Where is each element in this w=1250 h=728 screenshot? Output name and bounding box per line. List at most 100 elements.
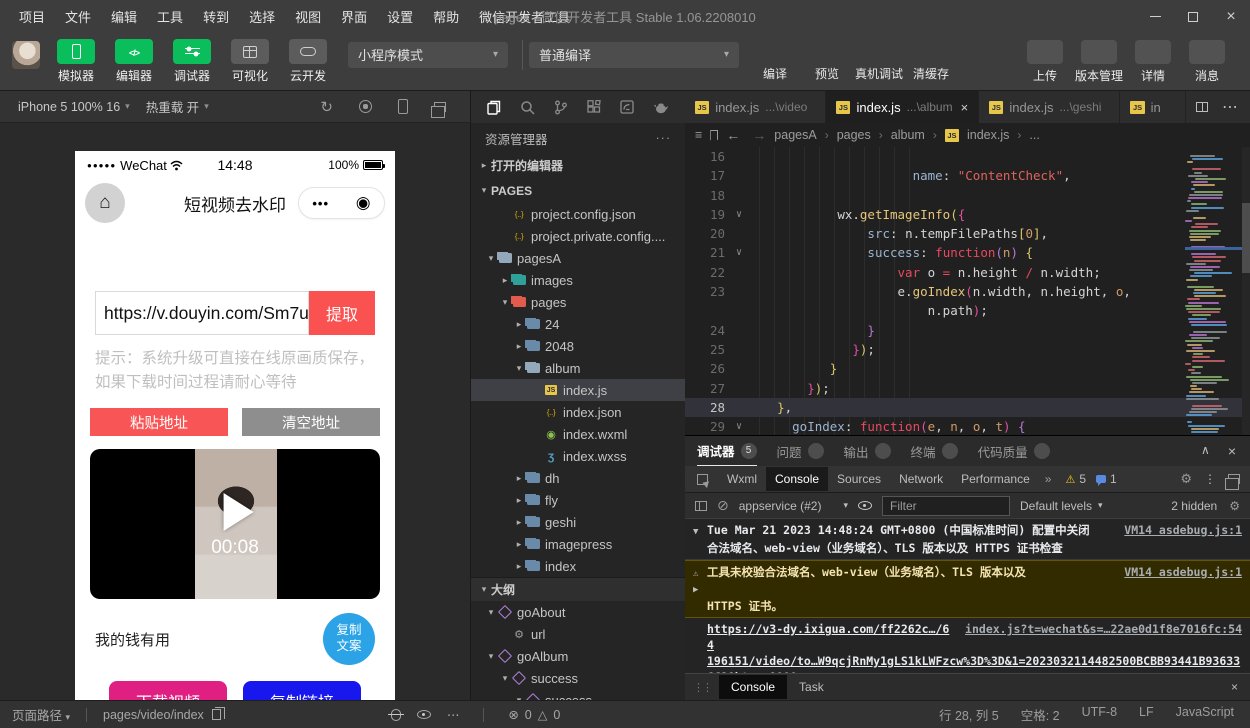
encoding-setting[interactable]: UTF-8 bbox=[1082, 705, 1117, 724]
tool-button[interactable]: 模拟器 bbox=[50, 39, 102, 84]
compile-action-button[interactable]: 预览 bbox=[801, 41, 853, 82]
breadcrumb-item[interactable]: album bbox=[891, 128, 925, 142]
tool-button[interactable]: 调试器 bbox=[166, 39, 218, 84]
extensions-icon[interactable] bbox=[587, 100, 601, 114]
code-area[interactable]: 1617 name: "ContentCheck",1819∨ wx.getIm… bbox=[685, 147, 1250, 436]
warning-count[interactable]: 5 bbox=[1079, 472, 1086, 486]
tree-item[interactable]: ▸ imagepress bbox=[471, 533, 685, 555]
device-icon[interactable] bbox=[398, 99, 408, 114]
copy-caption-button[interactable]: 复制 文案 bbox=[323, 613, 375, 665]
breadcrumb-item[interactable]: pagesA bbox=[774, 128, 816, 142]
hidden-count[interactable]: 2 hidden bbox=[1171, 499, 1217, 513]
breadcrumb-item[interactable]: index.js bbox=[967, 128, 1009, 142]
menu-item[interactable]: 界面 bbox=[332, 4, 376, 29]
debugger-tab[interactable]: 问题 bbox=[777, 442, 824, 461]
source-link[interactable]: index.js?t=wechat&s=…22ae0d1f8e7016fc:54 bbox=[953, 621, 1242, 653]
tree-item[interactable]: ▸ dh bbox=[471, 467, 685, 489]
tool-button[interactable]: 编辑器 bbox=[108, 39, 160, 84]
minimize-button[interactable] bbox=[1136, 0, 1174, 33]
kebab-menu-icon[interactable]: ⋮ bbox=[1204, 472, 1216, 486]
collapse-panel-icon[interactable]: ∧ bbox=[1201, 443, 1210, 459]
console-sidebar-icon[interactable] bbox=[695, 501, 707, 511]
console-message[interactable]: https://v3-dy.ixigua.com/ff2262c…/64inde… bbox=[685, 618, 1250, 677]
console-message[interactable]: ⚠ ▶工具未校验合法域名、web-view（业务域名）、TLS 版本以及VM14… bbox=[685, 560, 1250, 618]
debugger-tab[interactable]: 输出 bbox=[844, 442, 891, 461]
drawer-tab[interactable]: Console bbox=[719, 675, 787, 699]
more-actions-icon[interactable]: ··· bbox=[656, 131, 672, 145]
toolbar-action-button[interactable]: 消息 bbox=[1180, 40, 1234, 84]
more-tabs-icon[interactable]: » bbox=[1039, 472, 1058, 486]
home-button[interactable]: ⌂ bbox=[85, 183, 125, 223]
language-mode[interactable]: JavaScript bbox=[1176, 705, 1234, 724]
devtools-tab[interactable]: Sources bbox=[828, 467, 890, 491]
devtools-tab[interactable]: Network bbox=[890, 467, 952, 491]
open-editors-section[interactable]: ▸ 打开的编辑器 bbox=[471, 153, 685, 178]
multi-window-icon[interactable] bbox=[434, 102, 446, 112]
source-link[interactable]: VM14 asdebug.js:1 bbox=[1112, 522, 1242, 540]
target-icon[interactable]: ◉ bbox=[356, 193, 371, 213]
log-levels-select[interactable]: Default levels ▾ bbox=[1020, 499, 1103, 513]
drawer-tab[interactable]: Task bbox=[787, 675, 836, 699]
close-panel-icon[interactable]: × bbox=[1228, 443, 1236, 459]
maximize-button[interactable] bbox=[1174, 0, 1212, 33]
outline-item[interactable]: ▾ success bbox=[471, 689, 685, 700]
close-button[interactable]: × bbox=[1212, 0, 1250, 33]
inspect-icon[interactable] bbox=[697, 474, 708, 485]
search-icon[interactable] bbox=[520, 100, 535, 115]
tree-item[interactable]: ▾ pagesA bbox=[471, 247, 685, 269]
console-message[interactable]: ▼Tue Mar 21 2023 14:48:24 GMT+0800 (中国标准… bbox=[685, 519, 1250, 560]
extract-button[interactable]: 提取 bbox=[309, 291, 375, 335]
tree-item[interactable]: ▾ pages bbox=[471, 291, 685, 313]
forward-icon[interactable]: → bbox=[752, 127, 766, 143]
outline-item[interactable]: url bbox=[471, 623, 685, 645]
copy-icon[interactable] bbox=[212, 709, 221, 720]
tree-item[interactable]: ▸ index bbox=[471, 555, 685, 577]
debugger-tab[interactable]: 终端 bbox=[911, 442, 958, 461]
refresh-icon[interactable]: ↻ bbox=[320, 98, 333, 116]
devtools-tab[interactable]: Performance bbox=[952, 467, 1039, 491]
tree-item[interactable]: ▸ images bbox=[471, 269, 685, 291]
device-select[interactable]: iPhone 5 100% 16 ▾ bbox=[10, 100, 138, 114]
tree-item[interactable]: ▾ album bbox=[471, 357, 685, 379]
outline-item[interactable]: ▾ goAlbum bbox=[471, 645, 685, 667]
menu-item[interactable]: 选择 bbox=[240, 4, 284, 29]
gear-icon[interactable]: ⚙ bbox=[1229, 499, 1240, 513]
eol-setting[interactable]: LF bbox=[1139, 705, 1154, 724]
hot-reload-toggle[interactable]: 热重载 开 ▾ bbox=[138, 97, 217, 116]
outline-item[interactable]: ▾ goAbout bbox=[471, 601, 685, 623]
menu-item[interactable]: 文件 bbox=[56, 4, 100, 29]
clear-button[interactable]: 清空地址 bbox=[242, 408, 380, 436]
devtools-tab[interactable]: Console bbox=[766, 467, 828, 491]
editor-tab[interactable]: JS in bbox=[1120, 91, 1185, 123]
outline-list-icon[interactable]: ≡ bbox=[695, 128, 702, 142]
menu-item[interactable]: 视图 bbox=[286, 4, 330, 29]
close-tab-icon[interactable]: × bbox=[959, 100, 969, 115]
toolbar-action-button[interactable]: 上传 bbox=[1018, 40, 1072, 84]
source-link[interactable]: VM14 asdebug.js:1 bbox=[1112, 564, 1242, 598]
menu-item[interactable]: 工具 bbox=[148, 4, 192, 29]
cursor-position[interactable]: 行 28, 列 5 bbox=[939, 705, 999, 724]
editor-tab[interactable]: JS index.js ...\geshi bbox=[979, 91, 1120, 123]
tool-button[interactable]: 可视化 bbox=[224, 39, 276, 84]
devtools-tab[interactable]: Wxml bbox=[718, 467, 766, 491]
menu-item[interactable]: 帮助 bbox=[424, 4, 468, 29]
capsule-menu[interactable]: ••• ◉ bbox=[298, 187, 385, 219]
breadcrumb-item[interactable]: pages bbox=[837, 128, 871, 142]
tree-item[interactable]: index.json bbox=[471, 401, 685, 423]
project-root-section[interactable]: ▾ PAGES bbox=[471, 178, 685, 203]
bug-icon[interactable] bbox=[391, 709, 401, 721]
teapot-icon[interactable] bbox=[653, 101, 669, 114]
compile-action-button[interactable]: 编译 bbox=[749, 41, 801, 82]
menu-item[interactable]: 项目 bbox=[10, 4, 54, 29]
gear-icon[interactable]: ⚙ bbox=[1180, 471, 1192, 487]
split-editor-icon[interactable] bbox=[1196, 102, 1208, 112]
compile-action-button[interactable]: 清缓存 bbox=[905, 41, 957, 82]
outline-section[interactable]: ▾ 大纲 bbox=[471, 577, 685, 601]
indentation-setting[interactable]: 空格: 2 bbox=[1021, 705, 1060, 724]
drag-handle[interactable]: ⋮⋮ bbox=[685, 681, 719, 694]
editor-tab[interactable]: JS index.js ...\album × bbox=[826, 91, 979, 123]
bookmark-icon[interactable] bbox=[710, 130, 718, 141]
editor-scrollbar[interactable] bbox=[1242, 147, 1250, 436]
paste-button[interactable]: 粘贴地址 bbox=[90, 408, 228, 436]
npm-icon[interactable] bbox=[620, 100, 634, 114]
